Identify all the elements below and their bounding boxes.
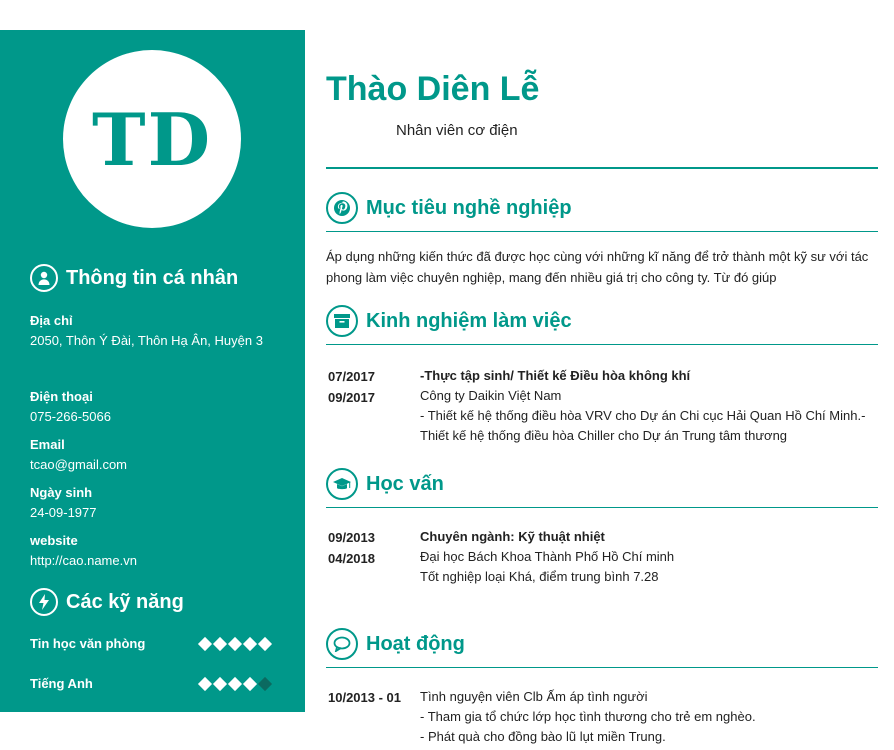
activity-title: Tình nguyện viên Clb Ấm áp tình người — [420, 689, 648, 704]
website-block: website http://cao.name.vn — [30, 531, 275, 571]
archive-box-icon — [326, 305, 358, 337]
education-details: Chuyên ngành: Kỹ thuật nhiệt Đại học Bác… — [420, 527, 878, 587]
education-title: Học vấn — [366, 473, 444, 495]
rating-diamond-filled — [197, 636, 213, 651]
objective-title: Mục tiêu nghề nghiệp — [366, 197, 572, 219]
job-title: Nhân viên cơ điện — [396, 122, 518, 139]
personal-info-heading: Thông tin cá nhân — [30, 264, 238, 292]
activities-title: Hoạt động — [366, 633, 465, 655]
pinterest-icon — [326, 192, 358, 224]
email-block: Email tcao@gmail.com — [30, 435, 275, 475]
header-divider — [326, 167, 878, 169]
activity-date: 10/2013 - 01 — [328, 690, 402, 705]
graduation-cap-icon — [326, 468, 358, 500]
skill-name: Tiếng Anh — [30, 676, 93, 691]
education-result: Tốt nghiệp loại Khá, điểm trung bình 7.2… — [420, 569, 659, 584]
phone-block: Điện thoại 075-266-5066 — [30, 387, 275, 427]
experience-title-text: -Thực tập sinh/ Thiết kế Điều hòa không … — [420, 368, 691, 383]
skill-item: Tin học văn phòng — [30, 636, 273, 651]
education-heading: Học vấn — [326, 468, 878, 508]
email-label: Email — [30, 437, 65, 452]
personal-info-title: Thông tin cá nhân — [66, 266, 239, 289]
rating-diamond-filled — [242, 636, 258, 651]
person-name: Thào Diên Lễ — [326, 70, 540, 108]
experience-description: - Thiết kế hệ thống điều hòa VRV cho Dự … — [420, 408, 866, 443]
skill-name: Tin học văn phòng — [30, 636, 146, 651]
dob-label: Ngày sinh — [30, 485, 93, 500]
education-end: 04/2018 — [328, 551, 375, 566]
rating-diamond-empty — [257, 676, 273, 691]
activity-line: - Phát quà cho đồng bào lũ lụt miền Trun… — [420, 729, 666, 744]
experience-dates: 07/2017 09/2017 — [328, 366, 418, 408]
skills-heading: Các kỹ năng — [30, 588, 184, 616]
address-label: Địa chỉ — [30, 313, 73, 328]
activities-heading: Hoạt động — [326, 628, 878, 668]
skills-title: Các kỹ năng — [66, 590, 184, 613]
rating-diamond-filled — [227, 676, 243, 691]
objective-text: Áp dụng những kiến thức đã được học cùng… — [326, 249, 869, 285]
dob-value: 24-09-1977 — [30, 505, 97, 520]
skill-rating — [197, 636, 273, 651]
activity-details: Tình nguyện viên Clb Ấm áp tình người - … — [420, 687, 878, 747]
address-value: 2050, Thôn Ý Đài, Thôn Hạ Ân, Huyện 3 — [30, 333, 263, 348]
rating-diamond-filled — [257, 636, 273, 651]
avatar: TD — [63, 50, 241, 228]
rating-diamond-filled — [227, 636, 243, 651]
experience-title: Kinh nghiệm làm việc — [366, 310, 572, 332]
skill-rating — [197, 676, 273, 691]
phone-value: 075-266-5066 — [30, 409, 111, 424]
dob-block: Ngày sinh 24-09-1977 — [30, 483, 275, 523]
phone-label: Điện thoại — [30, 389, 93, 404]
website-label: website — [30, 533, 78, 548]
email-value: tcao@gmail.com — [30, 457, 128, 472]
skill-item: Tiếng Anh — [30, 676, 273, 691]
user-icon — [30, 264, 58, 292]
lightning-icon — [30, 588, 58, 616]
experience-details: -Thực tập sinh/ Thiết kế Điều hòa không … — [420, 366, 878, 446]
address-block: Địa chỉ 2050, Thôn Ý Đài, Thôn Hạ Ân, Hu… — [30, 311, 275, 351]
speech-bubble-icon — [326, 628, 358, 660]
activity-line: - Tham gia tổ chức lớp học tình thương c… — [420, 709, 756, 724]
education-major: Chuyên ngành: Kỹ thuật nhiệt — [420, 529, 605, 544]
rating-diamond-filled — [212, 676, 228, 691]
website-link[interactable]: http://cao.name.vn — [30, 551, 275, 571]
education-start: 09/2013 — [328, 530, 375, 545]
experience-heading: Kinh nghiệm làm việc — [326, 305, 878, 345]
experience-company: Công ty Daikin Việt Nam — [420, 388, 562, 403]
avatar-initials: TD — [91, 96, 212, 182]
rating-diamond-filled — [197, 676, 213, 691]
experience-end: 09/2017 — [328, 390, 375, 405]
education-dates: 09/2013 04/2018 — [328, 527, 418, 569]
rating-diamond-filled — [212, 636, 228, 651]
sidebar: TD Thông tin cá nhân Địa chỉ 2050, Thôn … — [0, 30, 305, 712]
objective-heading: Mục tiêu nghề nghiệp — [326, 192, 878, 232]
experience-start: 07/2017 — [328, 369, 375, 384]
education-school: Đại học Bách Khoa Thành Phố Hồ Chí minh — [420, 549, 675, 564]
rating-diamond-filled — [242, 676, 258, 691]
